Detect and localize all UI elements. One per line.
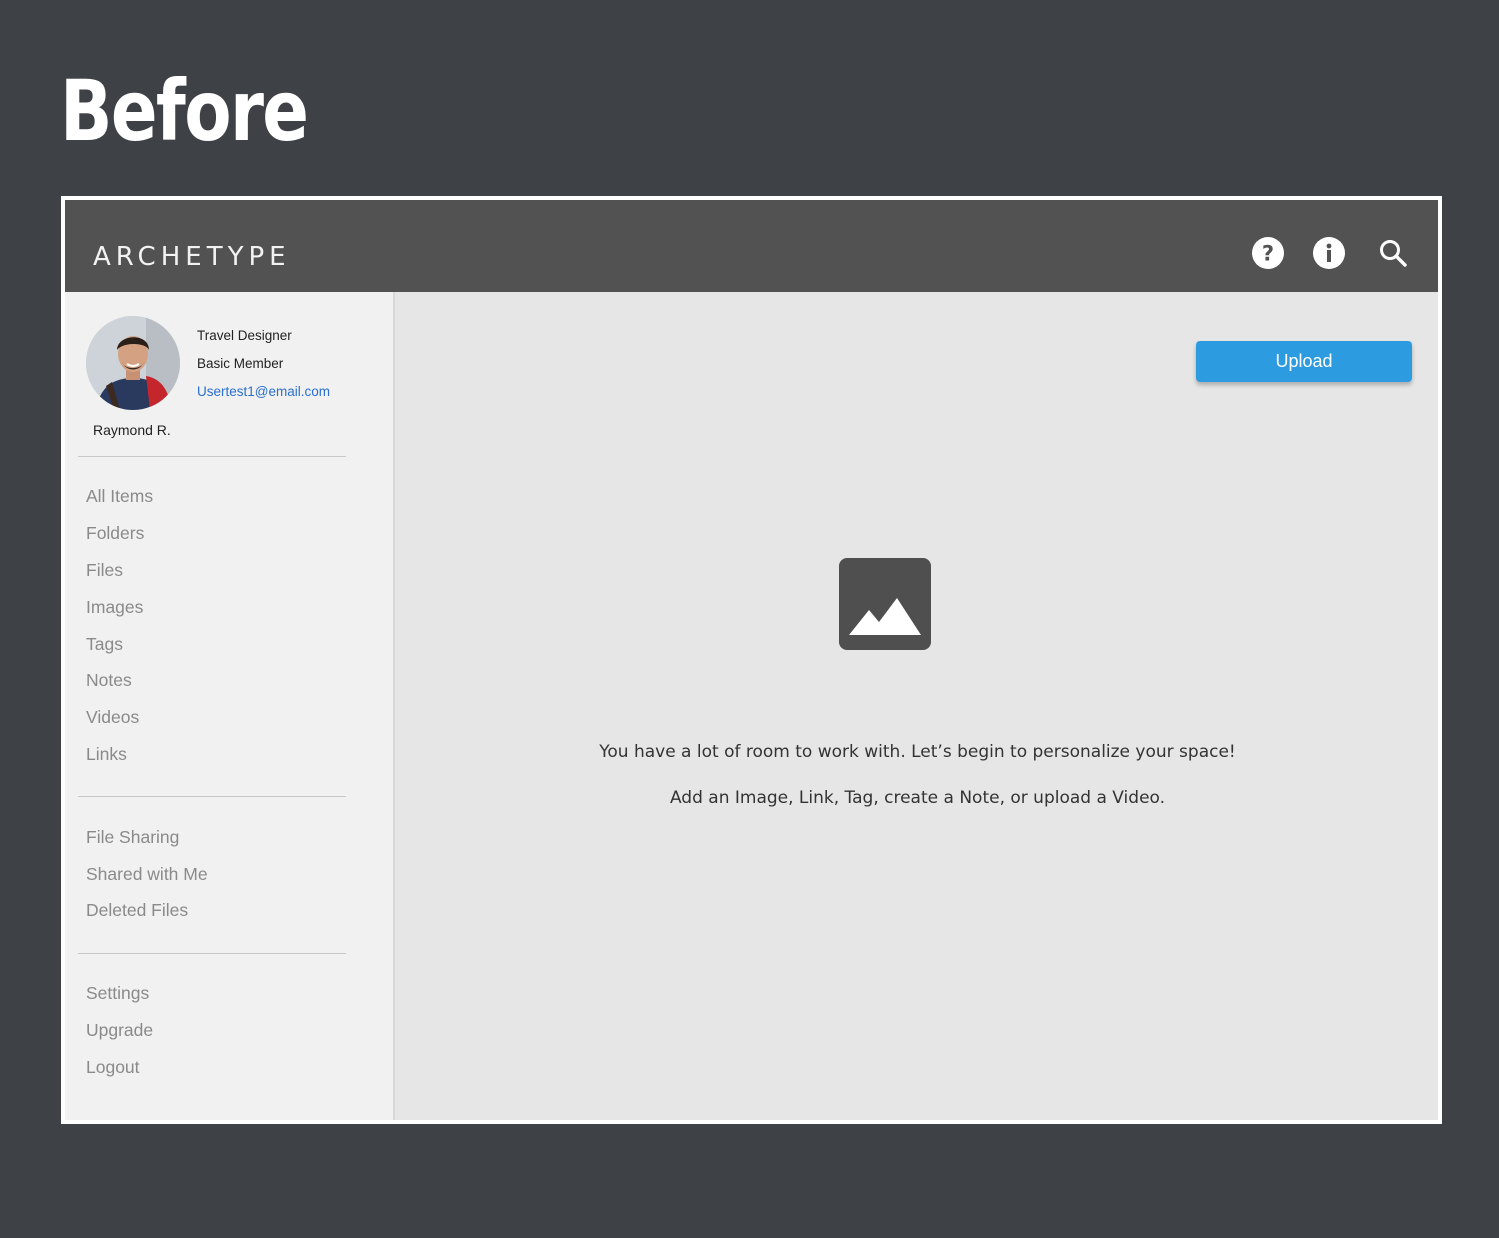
help-icon[interactable]: ? [1251, 236, 1285, 270]
sidebar-item-shared-with-me[interactable]: Shared with Me [86, 864, 208, 885]
sidebar-item-notes[interactable]: Notes [86, 670, 132, 691]
sidebar-item-tags[interactable]: Tags [86, 634, 123, 655]
profile-membership: Basic Member [197, 356, 284, 371]
sidebar-item-links[interactable]: Links [86, 744, 127, 765]
sidebar-item-videos[interactable]: Videos [86, 707, 139, 728]
sidebar-item-upgrade[interactable]: Upgrade [86, 1020, 153, 1041]
search-icon[interactable] [1376, 236, 1410, 270]
svg-text:?: ? [1262, 242, 1274, 266]
sidebar-item-file-sharing[interactable]: File Sharing [86, 827, 179, 848]
sidebar-item-files[interactable]: Files [86, 560, 123, 581]
image-placeholder-icon [839, 558, 931, 650]
app-logo[interactable]: ARCHETYPE [93, 242, 291, 272]
sidebar-item-logout[interactable]: Logout [86, 1057, 140, 1078]
top-bar: ARCHETYPE ? [65, 200, 1438, 292]
info-icon[interactable] [1312, 236, 1346, 270]
sidebar-item-folders[interactable]: Folders [86, 523, 144, 544]
sidebar-item-images[interactable]: Images [86, 597, 143, 618]
sidebar: Travel Designer Basic Member Usertest1@e… [65, 292, 395, 1120]
sidebar-divider [78, 953, 346, 954]
sidebar-divider [78, 796, 346, 797]
page-heading: Before [60, 62, 309, 160]
main-content: Upload You have a lot of room to work wi… [397, 292, 1438, 1120]
profile-name: Raymond R. [93, 422, 171, 438]
avatar[interactable] [86, 316, 180, 410]
profile-title: Travel Designer [197, 328, 292, 343]
app-window: ARCHETYPE ? Travel Designer Basic Member… [65, 200, 1438, 1120]
sidebar-divider [78, 456, 346, 457]
empty-state-message: You have a lot of room to work with. Let… [599, 742, 1236, 762]
upload-button[interactable]: Upload [1196, 341, 1412, 382]
profile-email-link[interactable]: Usertest1@email.com [197, 384, 330, 399]
sidebar-item-settings[interactable]: Settings [86, 983, 149, 1004]
app-frame: ARCHETYPE ? Travel Designer Basic Member… [61, 196, 1442, 1124]
sidebar-item-all-items[interactable]: All Items [86, 486, 153, 507]
empty-state-hint: Add an Image, Link, Tag, create a Note, … [669, 788, 1166, 808]
sidebar-item-deleted-files[interactable]: Deleted Files [86, 900, 188, 921]
